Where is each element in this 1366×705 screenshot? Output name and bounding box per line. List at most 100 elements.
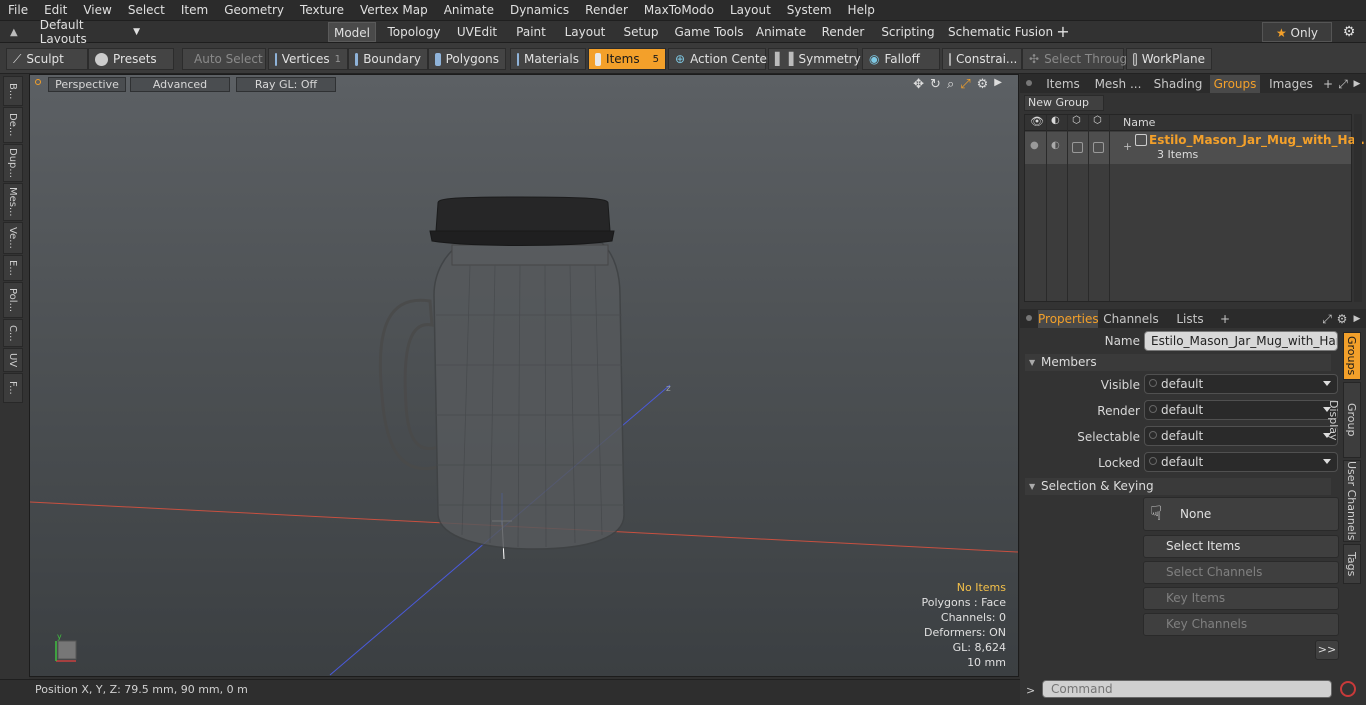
tab-lists[interactable]: Lists: [1164, 310, 1216, 328]
visibility-icon[interactable]: ●: [1030, 140, 1039, 151]
panel-dot-icon[interactable]: [1026, 80, 1032, 86]
left-tab-curve[interactable]: C...: [3, 319, 23, 347]
group-row[interactable]: ● ◐ + Estilo_Mason_Jar_Mug_with_Ha... 3 …: [1025, 132, 1366, 164]
polygons-button[interactable]: Polygons: [428, 48, 506, 70]
selection-keying-section[interactable]: ▼ Selection & Keying: [1025, 478, 1331, 495]
props-dot-icon[interactable]: [1026, 315, 1032, 321]
name-column-header[interactable]: Name: [1123, 116, 1155, 129]
menu-vertex-map[interactable]: Vertex Map: [352, 0, 436, 21]
tab-images[interactable]: Images: [1262, 75, 1320, 93]
menu-dynamics[interactable]: Dynamics: [502, 0, 577, 21]
record-icon[interactable]: [1340, 681, 1356, 697]
tab-uvedit[interactable]: UVEdit: [453, 22, 501, 42]
select-column-icon[interactable]: ⬡: [1093, 115, 1102, 126]
groups-scrollbar[interactable]: [1354, 114, 1362, 302]
add-tab-icon[interactable]: +: [1052, 22, 1074, 42]
add-props-tab-icon[interactable]: +: [1218, 310, 1232, 328]
left-tab-fusion[interactable]: F...: [3, 373, 23, 403]
presets-button[interactable]: Presets: [88, 48, 174, 70]
menu-help[interactable]: Help: [840, 0, 883, 21]
name-field[interactable]: Estilo_Mason_Jar_Mug_with_Handle (: [1144, 331, 1338, 351]
render-dropdown[interactable]: default: [1144, 400, 1338, 420]
visible-dropdown[interactable]: default: [1144, 374, 1338, 394]
auto-select-button[interactable]: Auto Select: [182, 48, 266, 70]
expand-icon[interactable]: ⤢: [1336, 75, 1350, 93]
menu-maxtomodo[interactable]: MaxToModo: [636, 0, 722, 21]
tab-groups[interactable]: Groups: [1210, 75, 1260, 93]
tab-render[interactable]: Render: [818, 22, 868, 42]
vertices-button[interactable]: Vertices 1: [268, 48, 348, 70]
locked-dropdown[interactable]: default: [1144, 452, 1338, 472]
menu-animate[interactable]: Animate: [436, 0, 502, 21]
tab-items[interactable]: Items: [1038, 75, 1088, 93]
left-tab-mesh-edit[interactable]: Mes...: [3, 183, 23, 221]
tab-game-tools[interactable]: Game Tools: [673, 22, 745, 42]
menu-file[interactable]: File: [0, 0, 36, 21]
panel-more-icon[interactable]: ▶: [1350, 75, 1364, 93]
props-more-icon[interactable]: ▶: [1350, 310, 1364, 328]
layouts-dropdown[interactable]: ▲ Default Layouts ▼: [0, 18, 140, 46]
left-tab-vertex[interactable]: Ve...: [3, 222, 23, 254]
menu-select[interactable]: Select: [120, 0, 173, 21]
falloff-button[interactable]: ◉ Falloff: [862, 48, 940, 70]
vtab-user-channels[interactable]: User Channels: [1343, 460, 1361, 542]
menu-layout[interactable]: Layout: [722, 0, 779, 21]
render-icon[interactable]: ◐: [1051, 140, 1060, 151]
action-center-button[interactable]: ⊕ Action Center: [668, 48, 772, 70]
vtab-groups[interactable]: Groups: [1343, 332, 1361, 380]
select-channels-button[interactable]: Select Channels: [1143, 561, 1339, 584]
add-panel-tab-icon[interactable]: +: [1322, 75, 1334, 93]
tab-model[interactable]: Model: [328, 22, 376, 42]
left-tab-edge[interactable]: E...: [3, 255, 23, 281]
props-gear-icon[interactable]: ⚙: [1335, 310, 1349, 328]
select-items-button[interactable]: Select Items: [1143, 535, 1339, 558]
selectable-dropdown[interactable]: default: [1144, 426, 1338, 446]
tab-scripting[interactable]: Scripting: [879, 22, 937, 42]
tab-shading[interactable]: Shading: [1148, 75, 1208, 93]
tab-schematic-fusion[interactable]: Schematic Fusion: [948, 22, 1053, 42]
3d-viewport[interactable]: Perspective Advanced Ray GL: Off ✥ ↻ ⌕ ⤢…: [29, 74, 1019, 677]
left-tab-duplicate[interactable]: Dup...: [3, 144, 23, 182]
key-items-button[interactable]: Key Items: [1143, 587, 1339, 610]
boundary-button[interactable]: Boundary: [348, 48, 428, 70]
left-tab-uv[interactable]: UV: [3, 348, 23, 372]
command-input[interactable]: [1042, 680, 1332, 698]
constrain-button[interactable]: Constrai...: [942, 48, 1022, 70]
none-button[interactable]: ☟ None: [1143, 497, 1339, 531]
eye-column-icon[interactable]: 👁: [1030, 115, 1044, 128]
props-expand-icon[interactable]: ⤢: [1320, 310, 1334, 328]
menu-render[interactable]: Render: [577, 0, 636, 21]
tab-layout[interactable]: Layout: [561, 22, 609, 42]
select-checkbox[interactable]: [1093, 142, 1104, 153]
sculpt-button[interactable]: ⟋ Sculpt: [6, 48, 88, 70]
key-channels-button[interactable]: Key Channels: [1143, 613, 1339, 636]
vtab-group-display[interactable]: Group Display: [1327, 382, 1361, 458]
render-column-icon[interactable]: ◐: [1051, 115, 1060, 126]
tab-animate[interactable]: Animate: [755, 22, 807, 42]
only-toggle[interactable]: ★ Only: [1262, 22, 1332, 42]
tab-paint[interactable]: Paint: [512, 22, 550, 42]
tab-topology[interactable]: Topology: [386, 22, 442, 42]
menu-texture[interactable]: Texture: [292, 0, 352, 21]
members-section[interactable]: ▼ Members: [1025, 354, 1331, 371]
lock-checkbox[interactable]: [1072, 142, 1083, 153]
expand-group-icon[interactable]: +: [1123, 140, 1132, 153]
left-tab-polygon[interactable]: Pol...: [3, 282, 23, 318]
left-tab-basic[interactable]: B...: [3, 76, 23, 106]
left-tab-deform[interactable]: De...: [3, 107, 23, 143]
tab-properties[interactable]: Properties: [1038, 310, 1099, 328]
tab-mesh[interactable]: Mesh ...: [1090, 75, 1146, 93]
materials-button[interactable]: Materials: [510, 48, 586, 70]
more-button[interactable]: >>: [1315, 640, 1339, 660]
vtab-tags[interactable]: Tags: [1343, 544, 1361, 584]
select-through-button[interactable]: ✣ Select Through: [1022, 48, 1135, 70]
menu-system[interactable]: System: [779, 0, 840, 21]
lock-column-icon[interactable]: ⬡: [1072, 115, 1081, 126]
group-name[interactable]: Estilo_Mason_Jar_Mug_with_Ha...: [1149, 133, 1366, 147]
tab-channels[interactable]: Channels: [1102, 310, 1160, 328]
menu-geometry[interactable]: Geometry: [216, 0, 292, 21]
symmetry-button[interactable]: ▌▐ Symmetry: [768, 48, 861, 70]
tab-setup[interactable]: Setup: [620, 22, 662, 42]
new-group-button[interactable]: New Group: [1024, 95, 1104, 111]
items-button[interactable]: Items 5: [588, 48, 666, 70]
